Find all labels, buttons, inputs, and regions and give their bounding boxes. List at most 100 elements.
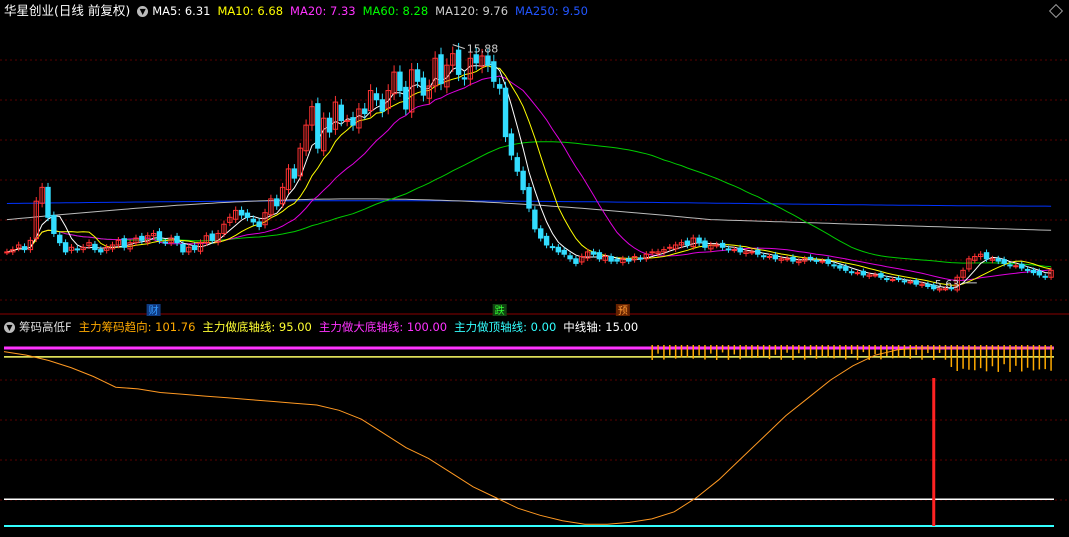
candle-body bbox=[121, 238, 127, 248]
sub-header: ▼ 筹码高低F 主力筹码趋向: 101.76 主力做底轴线: 95.00 主力做… bbox=[4, 318, 645, 336]
candle-body bbox=[649, 251, 655, 254]
candle-body bbox=[543, 235, 550, 246]
candle-body bbox=[848, 271, 855, 274]
candle-body bbox=[403, 86, 409, 110]
candle-body bbox=[244, 212, 251, 218]
candle-body bbox=[491, 61, 497, 82]
candle-body bbox=[819, 260, 825, 263]
candle-body bbox=[379, 99, 386, 112]
candle-body bbox=[608, 256, 614, 262]
candle-body bbox=[156, 231, 163, 241]
candle-body bbox=[438, 54, 444, 85]
candle-body bbox=[925, 283, 931, 287]
ma10-line bbox=[6, 65, 1052, 286]
candle-body bbox=[1036, 270, 1043, 276]
candle-body bbox=[350, 117, 356, 126]
event-marker-label: 跌 bbox=[495, 304, 505, 317]
candle-body bbox=[590, 251, 597, 255]
candle-body bbox=[549, 246, 556, 249]
candle-body bbox=[913, 280, 919, 285]
candle-body bbox=[461, 77, 468, 80]
main-header: 华星创业(日线 前复权) ▼ MA5: 6.31 MA10: 6.68 MA20… bbox=[4, 2, 595, 20]
candle-body bbox=[843, 266, 849, 271]
indicator-big-bottom-label: 主力做大底轴线: 100.00 bbox=[318, 320, 448, 334]
candle-body bbox=[626, 258, 632, 262]
candle-body bbox=[983, 252, 990, 260]
indicator-bottom-axis-label: 主力做底轴线: 95.00 bbox=[202, 320, 312, 334]
chevron-down-icon[interactable]: ▼ bbox=[137, 5, 149, 17]
candle-body bbox=[895, 277, 902, 281]
trend-line bbox=[3, 347, 1054, 525]
chevron-down-icon[interactable]: ▼ bbox=[4, 321, 15, 333]
indicator-trend-label: 主力筹码趋向: 101.76 bbox=[78, 320, 196, 334]
candle-body bbox=[21, 246, 28, 251]
candle-body bbox=[1001, 259, 1007, 264]
event-marker-label: 预 bbox=[618, 305, 628, 317]
candle-body bbox=[684, 240, 691, 246]
candle-body bbox=[338, 104, 344, 122]
candle-body bbox=[315, 103, 321, 149]
candle-body bbox=[538, 228, 544, 239]
candle-body bbox=[667, 246, 673, 249]
candle-body bbox=[878, 273, 884, 278]
ma20-label: MA20: 7.33 bbox=[290, 4, 356, 18]
high-price-label: 15.88 bbox=[467, 43, 499, 56]
candle-body bbox=[373, 93, 380, 101]
candle-body bbox=[514, 157, 520, 172]
candle-body bbox=[696, 237, 702, 244]
candle-body bbox=[813, 259, 820, 262]
candle-body bbox=[561, 249, 567, 255]
candle-body bbox=[98, 249, 104, 253]
candle-body bbox=[238, 209, 245, 216]
candle-body bbox=[180, 243, 186, 253]
candle-body bbox=[326, 117, 333, 133]
candle-body bbox=[485, 55, 491, 66]
low-price-label: 5.63 bbox=[935, 278, 960, 291]
candle-body bbox=[719, 242, 726, 248]
candle-body bbox=[884, 278, 890, 281]
candle-body bbox=[496, 84, 503, 89]
candle-body bbox=[1007, 264, 1013, 267]
candle-body bbox=[854, 272, 861, 275]
candle-body bbox=[1019, 263, 1025, 269]
candle-body bbox=[825, 259, 831, 264]
candle-body bbox=[714, 244, 720, 247]
candle-body bbox=[45, 186, 51, 218]
candle-body bbox=[760, 255, 767, 258]
candle-body bbox=[51, 214, 57, 234]
candle-body bbox=[62, 242, 69, 253]
candle-body bbox=[614, 259, 620, 262]
ma20-line bbox=[6, 75, 1052, 281]
candle-body bbox=[256, 221, 262, 228]
ma250-label: MA250: 9.50 bbox=[515, 4, 588, 18]
ma120-label: MA120: 9.76 bbox=[435, 4, 509, 18]
candle-body bbox=[807, 256, 814, 260]
candle-body bbox=[889, 279, 896, 282]
candle-body bbox=[414, 69, 421, 82]
candle-body bbox=[191, 245, 198, 251]
candle-body bbox=[995, 258, 1001, 262]
candle-body bbox=[57, 234, 63, 244]
ma10-label: MA10: 6.68 bbox=[217, 4, 284, 18]
candle-body bbox=[1030, 269, 1037, 274]
ma60-label: MA60: 8.28 bbox=[362, 4, 429, 18]
candle-body bbox=[344, 120, 350, 123]
candle-body bbox=[4, 251, 10, 254]
candle-body bbox=[250, 218, 257, 223]
candle-body bbox=[573, 258, 579, 264]
candle-body bbox=[455, 49, 462, 75]
candle-body bbox=[872, 274, 878, 277]
event-marker-label: 财 bbox=[149, 304, 159, 317]
candle-body bbox=[766, 256, 773, 259]
candle-body bbox=[532, 209, 538, 230]
candle-body bbox=[209, 233, 215, 241]
candle-body bbox=[362, 108, 368, 115]
indicator-title[interactable]: 筹码高低F bbox=[19, 318, 72, 336]
candle-body bbox=[162, 241, 169, 244]
candle-body bbox=[637, 257, 644, 260]
candle-body bbox=[92, 243, 98, 251]
candle-body bbox=[860, 270, 867, 276]
candle-body bbox=[907, 281, 913, 284]
candle-body bbox=[555, 246, 562, 253]
stock-title[interactable]: 华星创业(日线 前复权) bbox=[4, 2, 130, 20]
